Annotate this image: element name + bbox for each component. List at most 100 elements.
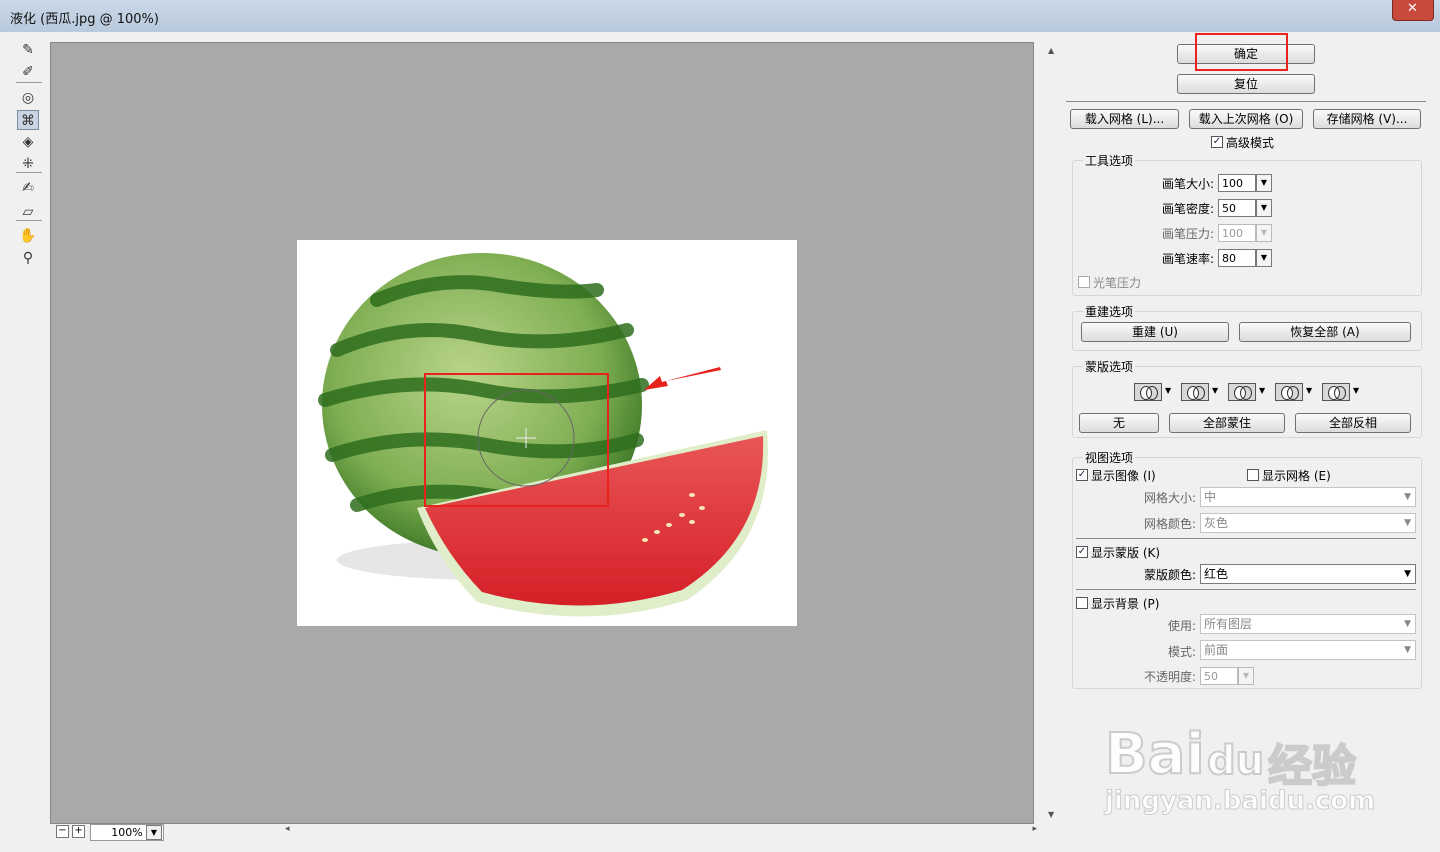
- mesh-color-select: 灰色 ▼: [1200, 513, 1416, 533]
- twirl-tool-icon[interactable]: ◎: [17, 88, 39, 108]
- load-mesh-button[interactable]: 载入网格 (L)...: [1070, 109, 1179, 129]
- show-mesh-checkbox[interactable]: [1247, 469, 1259, 481]
- watermark-brand-suffix: du: [1206, 737, 1265, 785]
- close-icon: ✕: [1407, 1, 1418, 16]
- save-mesh-button[interactable]: 存储网格 (V)...: [1313, 109, 1421, 129]
- mesh-size-label: 网格大小:: [1143, 491, 1196, 505]
- mode-value: 前面: [1204, 643, 1229, 657]
- mask-add-to-selection-button[interactable]: ▼: [1181, 382, 1221, 402]
- brush-density-dropdown[interactable]: ▼: [1256, 199, 1272, 217]
- status-bar: − + 100% ▼ ◂ ▸: [50, 824, 1044, 841]
- horizontal-scrollbar[interactable]: ◂ ▸: [285, 824, 1037, 838]
- chevron-down-icon: ▼: [1404, 518, 1411, 528]
- zoom-in-button[interactable]: +: [72, 825, 85, 838]
- annotation-arrow-icon: [644, 367, 721, 390]
- tool-panel: ✎ ✐ ◎ ⌘ ◈ ⁜ ✍ ▱ ✋ ⚲: [10, 32, 48, 842]
- mask-color-label: 蒙版颜色:: [1143, 568, 1196, 582]
- forward-warp-tool-icon[interactable]: ✎: [17, 40, 39, 60]
- mask-options-title: 蒙版选项: [1083, 358, 1136, 375]
- tool-options-title: 工具选项: [1083, 152, 1136, 169]
- title-bar: 液化 (西瓜.jpg @ 100%) ✕: [0, 0, 1440, 33]
- zoom-out-button[interactable]: −: [56, 825, 69, 838]
- load-last-mesh-button[interactable]: 载入上次网格 (O): [1189, 109, 1303, 129]
- brush-pressure-label: 画笔压力:: [1161, 227, 1214, 241]
- window-title: 液化 (西瓜.jpg @ 100%): [10, 12, 159, 27]
- chevron-down-icon: ▼: [1260, 228, 1268, 237]
- checkmark-icon: ✓: [1212, 136, 1222, 147]
- checkmark-icon: ✓: [1077, 469, 1087, 480]
- watermark-brand: Bai: [1104, 721, 1206, 788]
- restore-all-button[interactable]: 恢复全部 (A): [1239, 322, 1411, 342]
- reset-button[interactable]: 复位: [1177, 74, 1315, 94]
- zoom-dropdown-button[interactable]: ▼: [146, 825, 162, 840]
- chevron-down-icon: ▼: [1242, 671, 1250, 680]
- chevron-down-icon: ▼: [1260, 178, 1268, 187]
- view-options-title: 视图选项: [1083, 449, 1136, 466]
- brush-density-input[interactable]: 50: [1218, 199, 1256, 217]
- freeze-mask-tool-icon[interactable]: ✍: [17, 178, 39, 198]
- mask-replace-selection-button[interactable]: ▼: [1134, 382, 1174, 402]
- chevron-down-icon: ▼: [1260, 253, 1268, 262]
- mesh-color-label: 网格颜色:: [1143, 517, 1196, 531]
- advanced-mode-checkbox[interactable]: ✓: [1211, 136, 1223, 148]
- vertical-scrollbar[interactable]: ▲ ▼: [1044, 42, 1060, 824]
- scroll-down-icon[interactable]: ▼: [1048, 810, 1054, 819]
- brush-size-label: 画笔大小:: [1161, 177, 1214, 191]
- chevron-down-icon: ▼: [1353, 386, 1360, 395]
- bloat-tool-icon[interactable]: ◈: [17, 132, 39, 152]
- mask-intersect-selection-button[interactable]: ▼: [1275, 382, 1315, 402]
- chevron-down-icon: ▼: [1404, 645, 1411, 655]
- show-mask-label: 显示蒙版 (K): [1091, 546, 1161, 560]
- show-image-label: 显示图像 (I): [1091, 469, 1156, 483]
- show-mesh-label: 显示网格 (E): [1262, 469, 1331, 483]
- push-left-tool-icon[interactable]: ⁜: [17, 154, 39, 174]
- chevron-down-icon: ▼: [1260, 203, 1268, 212]
- toolbar-separator: [16, 172, 42, 173]
- opacity-dropdown: ▼: [1238, 667, 1254, 685]
- chevron-down-icon: ▼: [1404, 569, 1411, 579]
- mask-invert-selection-button[interactable]: ▼: [1322, 382, 1362, 402]
- use-select: 所有图层 ▼: [1200, 614, 1416, 634]
- chevron-down-icon: ▼: [1306, 386, 1313, 395]
- opacity-input: 50: [1200, 667, 1238, 685]
- pucker-tool-icon[interactable]: ⌘: [17, 110, 39, 130]
- mesh-color-value: 灰色: [1204, 516, 1229, 530]
- mask-all-button[interactable]: 全部蒙住: [1169, 413, 1285, 433]
- show-backdrop-checkbox[interactable]: [1076, 597, 1088, 609]
- mesh-size-value: 中: [1204, 490, 1217, 504]
- scroll-up-icon[interactable]: ▲: [1048, 46, 1054, 55]
- mode-select: 前面 ▼: [1200, 640, 1416, 660]
- show-backdrop-label: 显示背景 (P): [1091, 597, 1160, 611]
- thaw-mask-tool-icon[interactable]: ▱: [17, 202, 39, 222]
- brush-size-input[interactable]: 100: [1218, 174, 1256, 192]
- divider: [1076, 589, 1416, 590]
- divider: [1076, 538, 1416, 539]
- mask-color-value: 红色: [1204, 567, 1229, 581]
- brush-pressure-input: 100: [1218, 224, 1256, 242]
- advanced-mode-label: 高级模式: [1226, 136, 1275, 150]
- brush-rate-dropdown[interactable]: ▼: [1256, 249, 1272, 267]
- mesh-size-select: 中 ▼: [1200, 487, 1416, 507]
- watermark-url: jingyan.baidu.com: [1104, 786, 1376, 817]
- brush-pressure-dropdown: ▼: [1256, 224, 1272, 242]
- scroll-left-icon[interactable]: ◂: [285, 824, 290, 834]
- brush-size-dropdown[interactable]: ▼: [1256, 174, 1272, 192]
- hand-tool-icon[interactable]: ✋: [17, 226, 39, 246]
- window-close-button[interactable]: ✕: [1392, 0, 1434, 21]
- stylus-pressure-checkbox: [1078, 276, 1090, 288]
- show-mask-checkbox[interactable]: ✓: [1076, 546, 1088, 558]
- scroll-right-icon[interactable]: ▸: [1032, 824, 1037, 834]
- mask-subtract-selection-button[interactable]: ▼: [1228, 382, 1268, 402]
- stylus-pressure-label: 光笔压力: [1093, 276, 1142, 290]
- mask-color-select[interactable]: 红色 ▼: [1200, 564, 1416, 584]
- chevron-down-icon: ▼: [1212, 386, 1219, 395]
- show-image-checkbox[interactable]: ✓: [1076, 469, 1088, 481]
- invert-all-button[interactable]: 全部反相: [1295, 413, 1411, 433]
- brush-rate-input[interactable]: 80: [1218, 249, 1256, 267]
- reconstruct-button[interactable]: 重建 (U): [1081, 322, 1229, 342]
- mask-none-button[interactable]: 无: [1079, 413, 1159, 433]
- divider: [1066, 101, 1426, 102]
- reconstruct-options-title: 重建选项: [1083, 303, 1136, 320]
- zoom-tool-icon[interactable]: ⚲: [17, 248, 39, 268]
- reconstruct-tool-icon[interactable]: ✐: [17, 62, 39, 82]
